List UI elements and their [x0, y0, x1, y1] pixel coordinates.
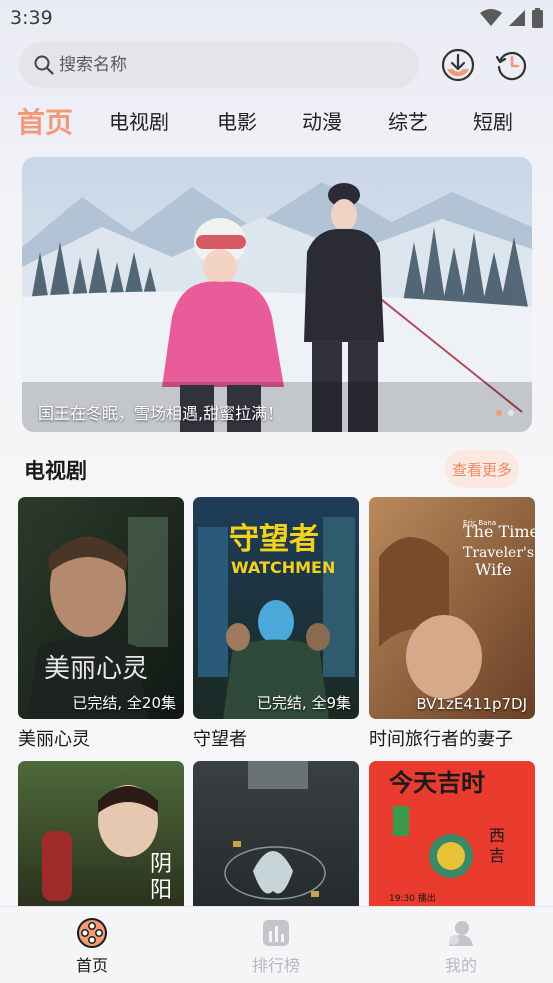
- poster: 美丽心灵 已完结, 全20集: [18, 497, 184, 719]
- poster-title-text: 今天吉时: [389, 769, 485, 797]
- battery-icon: [532, 8, 543, 28]
- media-card[interactable]: 守望者 WATCHMEN 已完结, 全9集 守望者: [193, 497, 359, 751]
- profile-icon: [449, 921, 473, 946]
- see-more-button[interactable]: 查看更多: [445, 450, 519, 488]
- nav-label: 我的: [444, 956, 477, 975]
- search-icon: [34, 55, 54, 75]
- poster: 守望者 WATCHMEN 已完结, 全9集: [193, 497, 359, 719]
- episode-badge: 已完结, 全20集: [72, 694, 176, 712]
- svg-text:Wife: Wife: [475, 560, 512, 579]
- poster-image: 美丽心灵: [18, 497, 184, 719]
- download-icon[interactable]: [440, 47, 476, 83]
- poster-title-text: 守望者: [229, 522, 319, 557]
- card-title: 美丽心灵: [18, 729, 90, 750]
- tab-movies[interactable]: 电影: [217, 106, 257, 135]
- search-input[interactable]: [59, 55, 379, 75]
- episode-badge: BV1zE411p7DJ: [416, 695, 527, 713]
- episode-badge: 已完结, 全9集: [256, 694, 351, 712]
- nav-label: 首页: [75, 956, 108, 975]
- card-title: 时间旅行者的妻子: [369, 729, 513, 750]
- poster-image: Eric Bana The Time Traveler's Wife: [369, 497, 535, 719]
- card-title: 守望者: [193, 729, 247, 750]
- nav-ranking[interactable]: 排行榜: [236, 917, 316, 976]
- svg-text:Traveler's: Traveler's: [463, 545, 534, 561]
- tab-short-drama[interactable]: 短剧: [473, 106, 513, 135]
- ranking-chart-icon: [263, 920, 289, 946]
- signal-icon: [509, 10, 525, 26]
- hero-banner[interactable]: 国王在冬眠，雪场相遇,甜蜜拉满！: [22, 157, 532, 432]
- tab-tv-series[interactable]: 电视剧: [109, 106, 169, 135]
- nav-label: 排行榜: [251, 956, 300, 975]
- svg-text:19:30 播出: 19:30 播出: [389, 892, 436, 904]
- svg-text:吉: 吉: [489, 846, 505, 865]
- svg-text:阳: 阳: [150, 878, 172, 903]
- tab-anime[interactable]: 动漫: [302, 106, 342, 135]
- history-icon[interactable]: [494, 47, 530, 83]
- nav-profile[interactable]: 我的: [421, 917, 501, 976]
- tab-home[interactable]: 首页: [17, 101, 73, 141]
- tab-variety[interactable]: 综艺: [388, 106, 428, 135]
- poster: Eric Bana The Time Traveler's Wife BV1zE…: [369, 497, 535, 719]
- section-title: 电视剧: [24, 459, 87, 483]
- banner-image: [22, 157, 532, 432]
- wifi-icon: [480, 9, 502, 26]
- poster-title-text: 阴: [150, 852, 172, 877]
- status-icons: [480, 8, 543, 28]
- pager-dot: [508, 410, 514, 416]
- status-time: 3:39: [10, 7, 53, 29]
- poster-title-text: The Time: [463, 522, 535, 541]
- status-bar: 3:39: [0, 0, 553, 36]
- media-card[interactable]: 美丽心灵 已完结, 全20集 美丽心灵: [18, 497, 184, 751]
- poster-title-text: 美丽心灵: [44, 654, 148, 684]
- pager-dot-active: [496, 410, 502, 416]
- nav-home[interactable]: 首页: [52, 917, 132, 976]
- search-bar[interactable]: [19, 42, 419, 88]
- banner-pager: [496, 410, 514, 416]
- bottom-nav: 首页 排行榜 我的: [0, 906, 553, 983]
- category-tabs: 首页 电视剧 电影 动漫 综艺 短剧: [0, 100, 553, 140]
- poster-image: 守望者 WATCHMEN: [193, 497, 359, 719]
- poster-subtitle-text: WATCHMEN: [231, 558, 335, 577]
- banner-caption: 国王在冬眠，雪场相遇,甜蜜拉满！: [38, 404, 284, 423]
- film-reel-icon: [77, 918, 107, 948]
- svg-text:西: 西: [489, 826, 505, 845]
- media-card[interactable]: Eric Bana The Time Traveler's Wife BV1zE…: [369, 497, 535, 751]
